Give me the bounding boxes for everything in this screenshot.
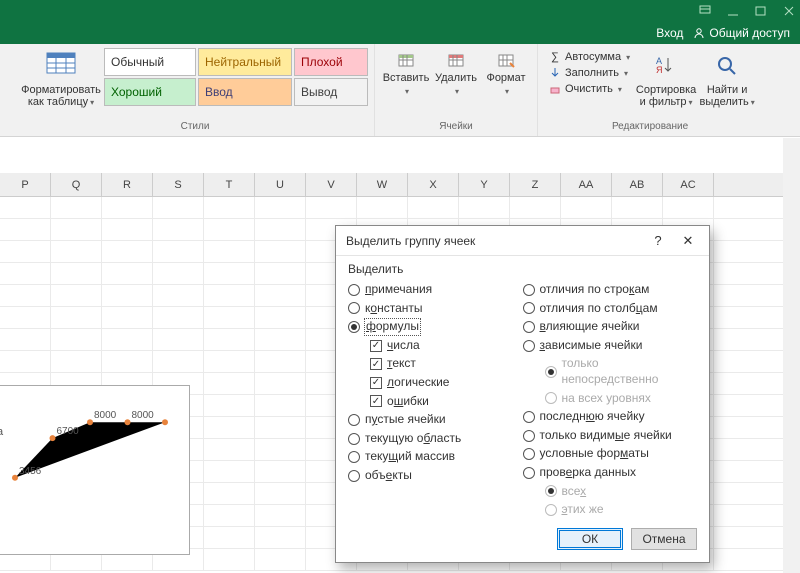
insert-icon xyxy=(396,50,416,70)
opt-last[interactable]: последнюю ячейку xyxy=(523,409,698,425)
opt-constants[interactable]: константы xyxy=(348,301,523,317)
col-header-V[interactable]: V xyxy=(306,173,357,196)
col-header-W[interactable]: W xyxy=(357,173,408,196)
svg-text:8000: 8000 xyxy=(94,410,117,421)
opt-rowdiff[interactable]: отличия по строкам xyxy=(523,282,698,298)
svg-text:Я: Я xyxy=(656,65,663,75)
opt-datavalid[interactable]: проверка данных xyxy=(523,465,698,481)
col-header-Z[interactable]: Z xyxy=(510,173,561,196)
ribbon-options-icon[interactable] xyxy=(698,4,712,18)
sort-icon: AЯ xyxy=(650,50,682,82)
opt-alllevels: на всех уровнях xyxy=(523,391,698,407)
col-header-AB[interactable]: AB xyxy=(612,173,663,196)
delete-icon xyxy=(446,50,466,70)
window-controls xyxy=(0,0,800,22)
ok-button[interactable]: ОК xyxy=(557,528,623,550)
col-header-AA[interactable]: AA xyxy=(561,173,612,196)
col-header-R[interactable]: R xyxy=(102,173,153,196)
sigma-icon: ∑ xyxy=(548,50,562,64)
opt-visible[interactable]: только видимые ячейки xyxy=(523,428,698,444)
col-header-Y[interactable]: Y xyxy=(459,173,510,196)
find-select-button[interactable]: Найти ивыделить▾ xyxy=(698,48,756,110)
col-header-AC[interactable]: AC xyxy=(663,173,714,196)
opt-empty[interactable]: пустые ячейки xyxy=(348,412,523,428)
dialog-close-icon[interactable]: ✕ xyxy=(673,230,703,252)
share-bar: Вход Общий доступ xyxy=(0,22,800,44)
fill-icon xyxy=(548,66,562,80)
goto-special-dialog: Выделить группу ячеек ? ✕ Выделить приме… xyxy=(335,225,710,563)
col-header-T[interactable]: T xyxy=(204,173,255,196)
eraser-icon xyxy=(548,82,562,96)
opt-same: этих же xyxy=(523,502,698,518)
opt-coldiff[interactable]: отличия по столбцам xyxy=(523,301,698,317)
style-bad[interactable]: Плохой xyxy=(294,48,368,76)
minimize-icon[interactable] xyxy=(726,4,740,18)
chk-text[interactable]: текст xyxy=(348,356,523,372)
col-header-U[interactable]: U xyxy=(255,173,306,196)
format-button[interactable]: Формат▾ xyxy=(481,48,531,100)
svg-text:8000: 8000 xyxy=(132,410,155,421)
style-input[interactable]: Ввод xyxy=(198,78,292,106)
col-header-X[interactable]: X xyxy=(408,173,459,196)
group-label-styles: Стили xyxy=(181,121,210,134)
fieldset-label: Выделить xyxy=(336,256,709,276)
group-label-cells: Ячейки xyxy=(439,121,473,134)
style-neutral[interactable]: Нейтральный xyxy=(198,48,292,76)
opt-dependents[interactable]: зависимые ячейки xyxy=(523,338,698,354)
share-label: Общий доступ xyxy=(709,26,790,40)
opt-comments[interactable]: примечания xyxy=(348,282,523,298)
col-header-Q[interactable]: Q xyxy=(51,173,102,196)
cell-styles-gallery[interactable]: Обычный Нейтральный Плохой Хороший Ввод … xyxy=(104,48,368,106)
embedded-chart[interactable]: а 3456670080008000 xyxy=(0,385,190,555)
opt-condfmt[interactable]: условные форматы xyxy=(523,446,698,462)
svg-text:6700: 6700 xyxy=(57,426,80,437)
chk-errors[interactable]: ошибки xyxy=(348,394,523,410)
style-normal[interactable]: Обычный xyxy=(104,48,196,76)
column-headers[interactable]: PQRSTUVWXYZAAABAC xyxy=(0,173,800,197)
insert-button[interactable]: Вставить▾ xyxy=(381,48,431,100)
fill-button[interactable]: Заполнить▾ xyxy=(548,66,630,80)
share-button[interactable]: Общий доступ xyxy=(693,26,790,40)
autosum-button[interactable]: ∑Автосумма▾ xyxy=(548,50,630,64)
dialog-title: Выделить группу ячеек xyxy=(346,234,643,248)
style-output[interactable]: Вывод xyxy=(294,78,368,106)
format-as-table-button[interactable]: Форматироватькак таблицу▾ xyxy=(22,48,100,110)
sort-filter-button[interactable]: AЯ Сортировкаи фильтр▾ xyxy=(634,48,698,110)
opt-precedents[interactable]: влияющие ячейки xyxy=(523,319,698,335)
opt-array[interactable]: текущий массив xyxy=(348,449,523,465)
ribbon: Форматироватькак таблицу▾ Обычный Нейтра… xyxy=(0,44,800,137)
style-good[interactable]: Хороший xyxy=(104,78,196,106)
cancel-button[interactable]: Отмена xyxy=(631,528,697,550)
chk-logical[interactable]: логические xyxy=(348,375,523,391)
help-button[interactable]: ? xyxy=(643,230,673,252)
opt-region[interactable]: текущую область xyxy=(348,431,523,447)
table-icon xyxy=(45,50,77,82)
delete-button[interactable]: Удалить▾ xyxy=(431,48,481,100)
chk-numbers[interactable]: числа xyxy=(348,338,523,354)
login-link[interactable]: Вход xyxy=(656,26,683,40)
opt-formulas[interactable]: формулы xyxy=(348,319,523,335)
clear-button[interactable]: Очистить▾ xyxy=(548,82,630,96)
svg-text:3456: 3456 xyxy=(19,466,42,477)
opt-all: всех xyxy=(523,484,698,500)
group-label-editing: Редактирование xyxy=(612,121,688,134)
close-icon[interactable] xyxy=(782,4,796,18)
col-header-S[interactable]: S xyxy=(153,173,204,196)
col-header-P[interactable]: P xyxy=(0,173,51,196)
vertical-scrollbar[interactable] xyxy=(783,138,800,573)
opt-objects[interactable]: объекты xyxy=(348,468,523,484)
format-icon xyxy=(496,50,516,70)
maximize-icon[interactable] xyxy=(754,4,768,18)
opt-direct: только непосредственно xyxy=(523,356,698,387)
magnifier-icon xyxy=(711,50,743,82)
